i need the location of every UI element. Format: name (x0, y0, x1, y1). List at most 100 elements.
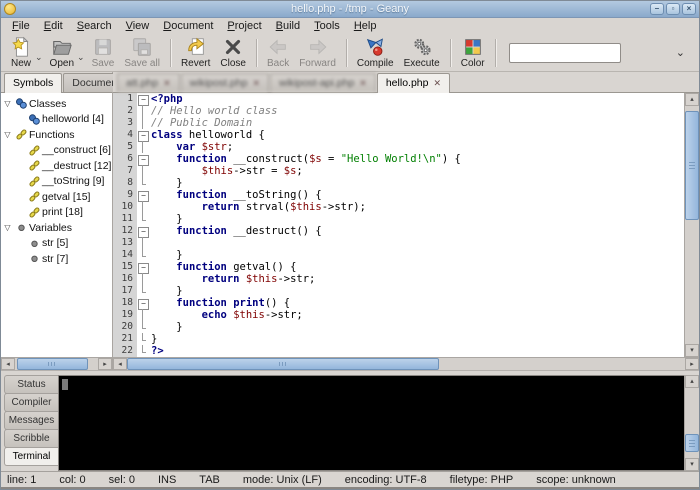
fold-margin[interactable] (137, 237, 149, 249)
menu-view[interactable]: View (119, 19, 157, 33)
tree-group-functions[interactable]: ▽ Functions (1, 127, 112, 143)
terminal-view[interactable] (58, 375, 684, 471)
scroll-right-icon[interactable]: ▸ (685, 358, 699, 370)
code-editor[interactable]: 1<?php2// Hello world class3// Public Do… (113, 93, 684, 357)
panel-tab-messages[interactable]: Messages (4, 411, 58, 430)
tree-item[interactable]: str [5] (1, 236, 112, 252)
expander-icon[interactable]: ▽ (1, 223, 14, 232)
menu-edit[interactable]: Edit (37, 19, 70, 33)
close-button[interactable]: Close (215, 35, 251, 71)
scroll-up-icon[interactable]: ▴ (685, 375, 699, 388)
bottom-panel: Status Compiler MessagesScribbleTerminal ▴… (1, 375, 699, 471)
fold-margin[interactable] (137, 321, 149, 333)
tree-item[interactable]: getval [15] (1, 189, 112, 205)
tree-item[interactable]: str [7] (1, 251, 112, 267)
fold-margin[interactable] (137, 285, 149, 297)
fold-margin[interactable] (137, 105, 149, 117)
panel-tab-scribble[interactable]: Scribble (4, 429, 58, 448)
open-dropdown-icon[interactable]: ⌄ (77, 52, 85, 63)
menu-document[interactable]: Document (156, 19, 220, 33)
document-tab-att.php[interactable]: att.php✕ (117, 73, 180, 92)
execute-icon (411, 36, 433, 58)
tab-close-icon[interactable]: ✕ (252, 78, 260, 89)
fold-margin[interactable] (137, 213, 149, 225)
fold-margin[interactable] (137, 93, 149, 105)
fold-margin[interactable] (137, 225, 149, 237)
new-button[interactable]: New (5, 35, 37, 71)
menu-file[interactable]: File (5, 19, 37, 33)
editor-vscrollbar[interactable]: ▴ ▾ (684, 93, 699, 357)
fold-margin[interactable] (137, 333, 149, 345)
execute-button[interactable]: Execute (399, 35, 445, 71)
fold-margin[interactable] (137, 309, 149, 321)
fold-margin[interactable] (137, 345, 149, 357)
tree-item[interactable]: __construct [6] (1, 143, 112, 159)
fold-margin[interactable] (137, 297, 149, 309)
code-text: function __destruct() { (149, 225, 322, 237)
scroll-left-icon[interactable]: ◂ (1, 358, 15, 370)
menu-tools[interactable]: Tools (307, 19, 347, 33)
document-tab-wikipost.php[interactable]: wikipost.php✕ (181, 73, 269, 92)
titlebar[interactable]: hello.php - /tmp - Geany –▫× (1, 1, 699, 18)
scroll-left-icon[interactable]: ◂ (113, 358, 127, 370)
fold-margin[interactable] (137, 153, 149, 165)
line-number: 8 (113, 177, 137, 189)
scroll-thumb[interactable] (17, 358, 88, 370)
tree-item[interactable]: helloworld [4] (1, 112, 112, 128)
goto-line-input[interactable] (509, 43, 621, 63)
code-text: } (149, 213, 183, 225)
line-number: 16 (113, 273, 137, 285)
tab-label: Compiler (11, 397, 51, 408)
menu-search[interactable]: Search (70, 19, 119, 33)
document-tab-hello.php[interactable]: hello.php✕ (377, 73, 450, 93)
revert-button[interactable]: Revert (176, 35, 215, 71)
code-segment (151, 201, 202, 213)
open-button[interactable]: Open (45, 35, 79, 71)
tab-close-icon[interactable]: ✕ (359, 78, 367, 89)
code-line: 20 } (113, 321, 684, 333)
tree-label: Functions (29, 129, 75, 141)
tab-close-icon[interactable]: ✕ (163, 78, 171, 89)
fold-margin[interactable] (137, 201, 149, 213)
fold-margin[interactable] (137, 189, 149, 201)
menu-project[interactable]: Project (220, 19, 268, 33)
tree-group-variables[interactable]: ▽Variables (1, 220, 112, 236)
scroll-up-icon[interactable]: ▴ (685, 93, 699, 106)
expander-icon[interactable]: ▽ (1, 130, 14, 139)
symbols-tree[interactable]: ▽Classeshelloworld [4] ▽ Functions __constr… (1, 93, 112, 357)
fold-margin[interactable] (137, 141, 149, 153)
fold-margin[interactable] (137, 165, 149, 177)
expander-icon[interactable]: ▽ (1, 99, 14, 108)
editor-hscrollbar[interactable]: ◂ ▸ (113, 357, 699, 370)
panel-tab-terminal[interactable]: Terminal (4, 447, 58, 466)
panel-tab-status[interactable]: Status (4, 375, 58, 394)
fold-margin[interactable] (137, 129, 149, 141)
fold-margin[interactable] (137, 261, 149, 273)
fold-margin[interactable] (137, 249, 149, 261)
sidebar-tab-symbols[interactable]: Symbols (4, 73, 62, 93)
panel-tab-compiler[interactable]: Compiler (4, 393, 58, 412)
color-button[interactable]: Color (456, 35, 490, 71)
scroll-thumb[interactable] (685, 434, 699, 452)
scroll-right-icon[interactable]: ▸ (98, 358, 112, 370)
scroll-down-icon[interactable]: ▾ (685, 344, 699, 357)
tree-item[interactable]: print [18] (1, 205, 112, 221)
sidebar-hscrollbar[interactable]: ◂ ▸ (1, 357, 112, 370)
toolbar-overflow-chevron-icon[interactable]: ⌄ (676, 46, 685, 59)
compile-button[interactable]: Compile (352, 35, 399, 71)
scroll-down-icon[interactable]: ▾ (685, 458, 699, 471)
scroll-thumb[interactable] (127, 358, 439, 370)
menu-help[interactable]: Help (347, 19, 384, 33)
tree-item[interactable]: __toString [9] (1, 174, 112, 190)
fold-margin[interactable] (137, 177, 149, 189)
terminal-vscrollbar[interactable]: ▴ ▾ (684, 375, 699, 471)
scroll-thumb[interactable] (685, 111, 699, 220)
tree-item[interactable]: __destruct [12] (1, 158, 112, 174)
fold-margin[interactable] (137, 273, 149, 285)
menu-build[interactable]: Build (269, 19, 307, 33)
document-tab-wikipost-api.php[interactable]: wikipost-api.php✕ (270, 73, 376, 92)
tree-group-classes[interactable]: ▽Classes (1, 96, 112, 112)
fold-margin[interactable] (137, 117, 149, 129)
tab-close-icon[interactable]: ✕ (433, 78, 441, 89)
new-dropdown-icon[interactable]: ⌄ (35, 52, 43, 63)
